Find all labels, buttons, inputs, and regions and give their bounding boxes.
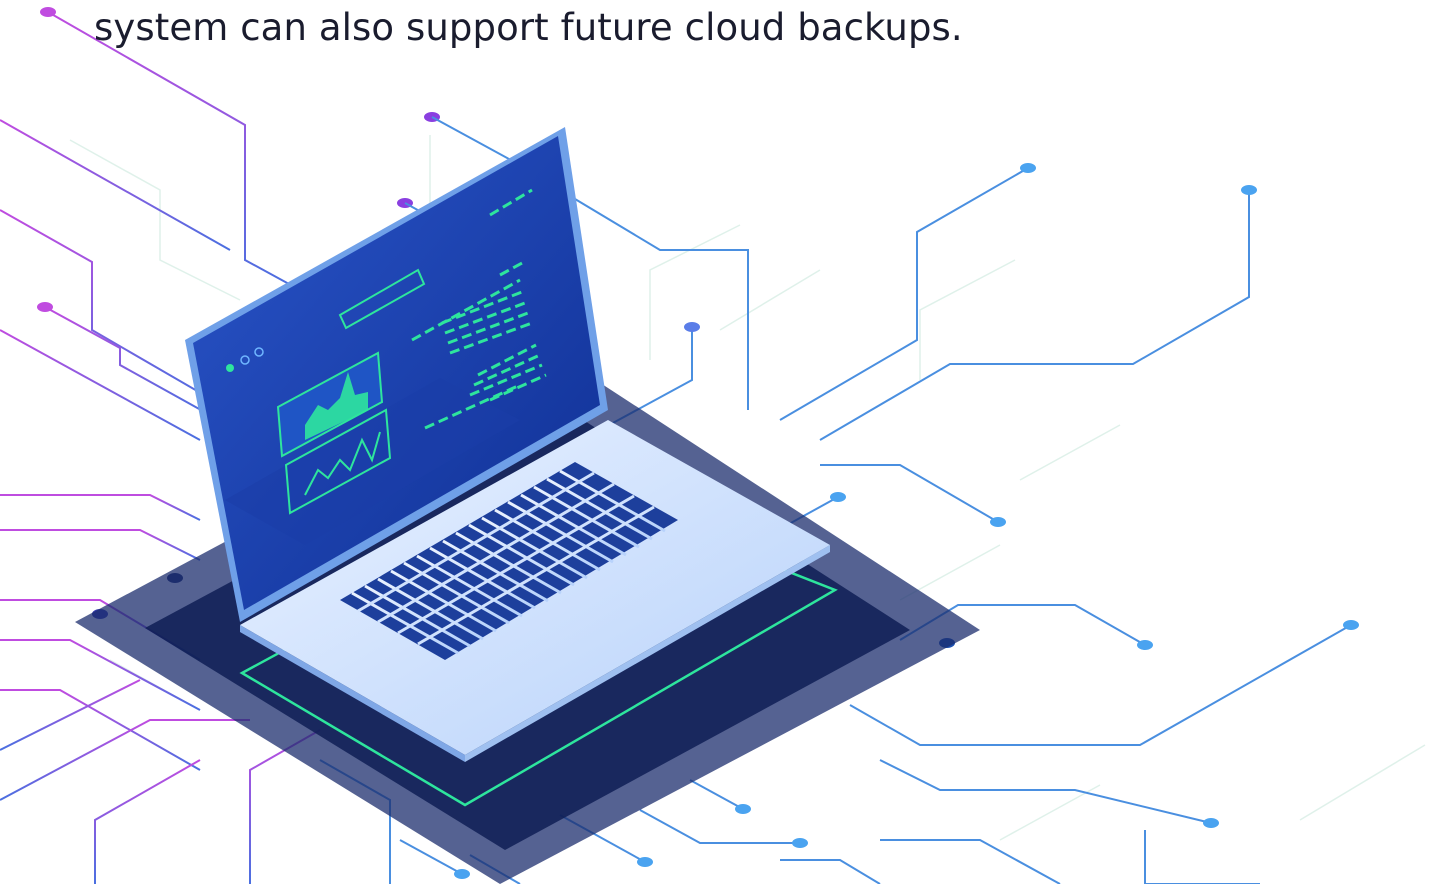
window-dot-icon (226, 364, 234, 372)
laptop-circuit-illustration (0, 7, 1426, 884)
caption-text: system can also support future cloud bac… (94, 6, 963, 49)
